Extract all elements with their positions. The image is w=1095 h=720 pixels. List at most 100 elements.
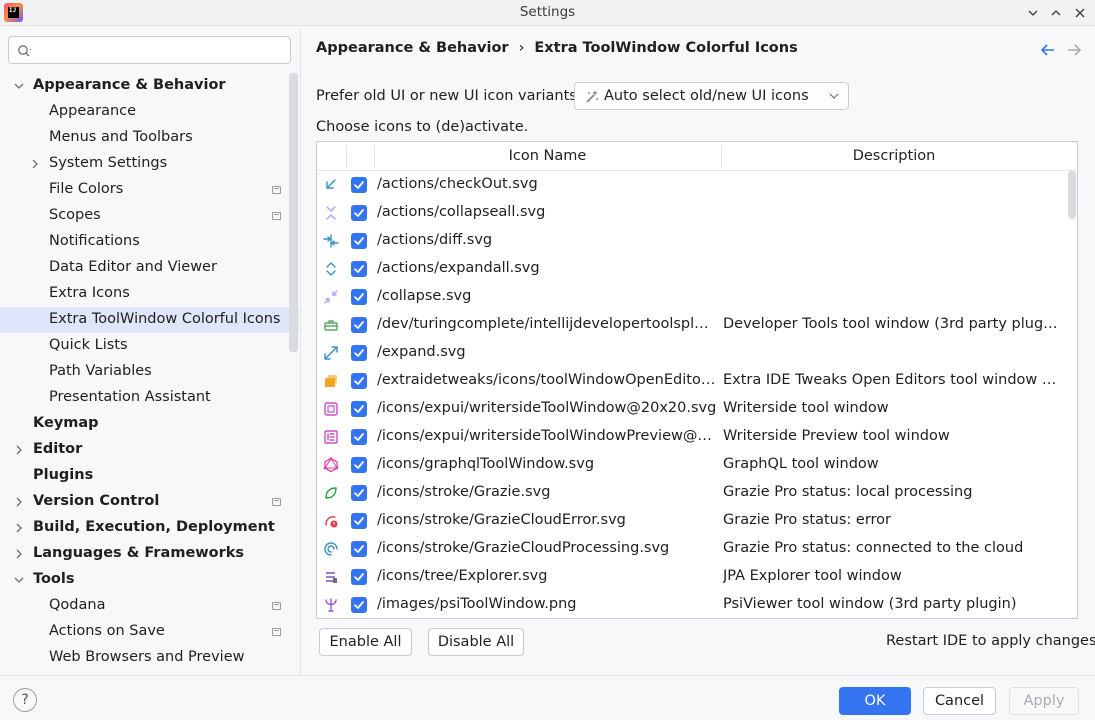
table-row[interactable]: /dev/turingcomplete/intellijdevelopertoo… [317, 311, 1067, 339]
icon-enabled-checkbox[interactable] [351, 401, 367, 417]
sidebar-item-editor[interactable]: Editor [0, 437, 299, 463]
apply-button[interactable]: Apply [1009, 687, 1079, 715]
sidebar-item-tools[interactable]: Tools [0, 567, 299, 593]
icon-enabled-checkbox[interactable] [351, 597, 367, 613]
sidebar-scrollbar[interactable] [289, 73, 298, 352]
table-row[interactable]: /icons/graphqlToolWindow.svg GraphQL tool… [317, 451, 1067, 479]
sidebar-item-build-execution-deployment[interactable]: Build, Execution, Deployment [0, 515, 299, 541]
table-row[interactable]: /images/psiToolWindow.png PsiViewer tool … [317, 591, 1067, 618]
sidebar-item-notifications[interactable]: Notifications [0, 229, 299, 255]
table-scrollbar-thumb[interactable] [1068, 171, 1076, 219]
icon-enabled-checkbox[interactable] [351, 177, 367, 193]
icon-enabled-checkbox[interactable] [351, 345, 367, 361]
forward-arrow-icon[interactable] [1066, 43, 1082, 57]
icon-enabled-checkbox[interactable] [351, 261, 367, 277]
icon-name-cell: /collapse.svg [377, 288, 472, 304]
sidebar-item-extra-icons[interactable]: Extra Icons [0, 281, 299, 307]
icon-enabled-checkbox[interactable] [351, 317, 367, 333]
table-row[interactable]: /actions/expandall.svg [317, 255, 1067, 283]
table-row[interactable]: /expand.svg [317, 339, 1067, 367]
column-header-icon-name[interactable]: Icon Name [374, 148, 721, 164]
search-icon [18, 45, 32, 57]
chevron-down-icon [829, 93, 839, 99]
sidebar-item-menus-and-toolbars[interactable]: Menus and Toolbars [0, 125, 299, 151]
sidebar-item-keymap[interactable]: Keymap [0, 411, 299, 437]
grazie-icon [325, 487, 337, 499]
chevron-right-icon[interactable] [14, 549, 24, 559]
sidebar-item-system-settings[interactable]: System Settings [0, 151, 299, 177]
sidebar-item-label: Scopes [49, 207, 101, 223]
chevron-right-icon[interactable] [14, 497, 24, 507]
chevron-right-icon[interactable] [14, 523, 24, 533]
icon-enabled-checkbox[interactable] [351, 485, 367, 501]
chevron-right-icon[interactable] [30, 159, 40, 169]
table-row[interactable]: /actions/diff.svg [317, 227, 1067, 255]
back-arrow-icon[interactable] [1040, 43, 1056, 57]
sidebar-item-plugins[interactable]: Plugins [0, 463, 299, 489]
column-header-description[interactable]: Description [721, 148, 1067, 164]
chevron-down-icon[interactable] [14, 575, 24, 585]
table-row[interactable]: /collapse.svg [317, 283, 1067, 311]
table-row[interactable]: /actions/checkOut.svg [317, 171, 1067, 199]
icon-enabled-checkbox[interactable] [351, 429, 367, 445]
sidebar-item-presentation-assistant[interactable]: Presentation Assistant [0, 385, 299, 411]
icon-enabled-checkbox[interactable] [351, 289, 367, 305]
icon-variant-dropdown[interactable]: Auto select old/new UI icons [574, 82, 849, 110]
icon-enabled-checkbox[interactable] [351, 457, 367, 473]
sidebar-item-label: Keymap [33, 415, 99, 431]
sidebar-item-label: Languages & Frameworks [33, 545, 245, 561]
minimize-button[interactable] [1023, 3, 1043, 23]
icon-enabled-checkbox[interactable] [351, 569, 367, 585]
table-row[interactable]: /icons/expui/writersideToolWindowPreview… [317, 423, 1067, 451]
table-row[interactable]: /icons/stroke/GrazieCloudError.svg Grazie… [317, 507, 1067, 535]
project-scope-icon [272, 212, 281, 220]
breadcrumb-parent[interactable]: Appearance & Behavior [316, 40, 509, 56]
icon-enabled-checkbox[interactable] [351, 513, 367, 529]
sidebar-item-scopes[interactable]: Scopes [0, 203, 299, 229]
chevron-down-icon[interactable] [14, 81, 24, 91]
icon-enabled-checkbox[interactable] [351, 233, 367, 249]
explorer-tree-icon [326, 572, 337, 583]
checkmark-icon [354, 517, 364, 525]
chevron-right-icon[interactable] [14, 445, 24, 455]
icon-enabled-checkbox[interactable] [351, 373, 367, 389]
sidebar-item-label: Data Editor and Viewer [49, 259, 217, 275]
icon-enabled-checkbox[interactable] [351, 205, 367, 221]
icon-name-cell: /icons/tree/Explorer.svg [377, 568, 548, 584]
table-row[interactable]: /icons/tree/Explorer.svg JPA Explorer too… [317, 563, 1067, 591]
table-row[interactable]: /actions/collapseall.svg [317, 199, 1067, 227]
help-button[interactable]: ? [13, 688, 37, 712]
project-scope-icon [272, 498, 281, 506]
sidebar-item-appearance-and-behavior[interactable]: Appearance & Behavior [0, 73, 299, 99]
sidebar-item-extra-toolwindow-colorful-icons[interactable]: Extra ToolWindow Colorful Icons [0, 307, 299, 333]
magic-wand-icon [586, 90, 598, 103]
sidebar-item-data-editor-and-viewer[interactable]: Data Editor and Viewer [0, 255, 299, 281]
table-row[interactable]: /icons/stroke/Grazie.svg Grazie Pro statu… [317, 479, 1067, 507]
sidebar-item-languages-and-frameworks[interactable]: Languages & Frameworks [0, 541, 299, 567]
table-scrollbar[interactable] [1067, 171, 1077, 618]
search-input[interactable] [8, 36, 291, 64]
sidebar-item-quick-lists[interactable]: Quick Lists [0, 333, 299, 359]
checkmark-icon [354, 377, 364, 385]
sidebar-item-label: Editor [33, 441, 83, 457]
close-button[interactable] [1070, 3, 1090, 23]
table-row[interactable]: /extraidetweaks/icons/toolWindowOpenEdit… [317, 367, 1067, 395]
sidebar-item-version-control[interactable]: Version Control [0, 489, 299, 515]
sidebar-item-qodana[interactable]: Qodana [0, 593, 299, 619]
icon-enabled-checkbox[interactable] [351, 541, 367, 557]
sidebar-item-appearance[interactable]: Appearance [0, 99, 299, 125]
ok-button[interactable]: OK [839, 687, 911, 715]
maximize-button[interactable] [1046, 3, 1066, 23]
enable-all-button[interactable]: Enable All [319, 628, 412, 656]
sidebar-item-actions-on-save[interactable]: Actions on Save [0, 619, 299, 645]
table-row[interactable]: /icons/stroke/GrazieCloudProcessing.svg G… [317, 535, 1067, 563]
disable-all-button[interactable]: Disable All [428, 628, 524, 656]
sidebar-item-label: Appearance & Behavior [33, 77, 226, 93]
cancel-button[interactable]: Cancel [923, 687, 996, 715]
writerside-icon [324, 402, 338, 416]
sidebar-item-web-browsers-and-preview[interactable]: Web Browsers and Preview [0, 645, 299, 671]
sidebar-item-path-variables[interactable]: Path Variables [0, 359, 299, 385]
sidebar-item-label: System Settings [49, 155, 168, 171]
sidebar-item-file-colors[interactable]: File Colors [0, 177, 299, 203]
table-row[interactable]: /icons/expui/writersideToolWindow@20x20.… [317, 395, 1067, 423]
